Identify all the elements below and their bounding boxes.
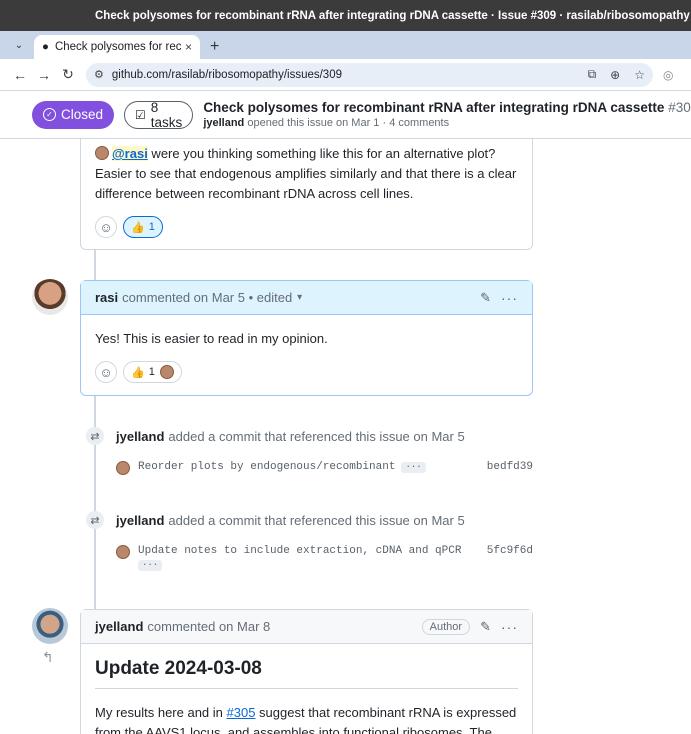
edited-dropdown-icon[interactable]: ▾ (297, 292, 302, 303)
comment-box: rasi commented on Mar 5 • edited ▾ ✎ ···… (80, 280, 533, 396)
comment-author[interactable]: rasi (95, 290, 118, 305)
reload-icon[interactable]: ↻ (56, 63, 80, 87)
comment-meta: commented on Mar 8 (147, 619, 271, 634)
install-icon[interactable]: ⧉ (588, 67, 597, 82)
tab-search-icon[interactable]: ⌄ (8, 35, 30, 55)
tasklist-icon: ☑ (135, 107, 146, 122)
thumbs-up-reaction[interactable]: 👍 1 (123, 216, 163, 238)
tasks-button[interactable]: ☑ 8 tasks (124, 99, 194, 130)
edit-pencil-icon[interactable]: ✎ (480, 619, 491, 635)
issue-number: #309 (668, 100, 691, 115)
commit-sha[interactable]: 5fc9f6d (483, 545, 533, 557)
thumbs-up-reaction[interactable]: 👍 1 (123, 361, 182, 383)
tab-close-icon[interactable]: × (185, 40, 192, 54)
commit-expand-button[interactable]: ··· (401, 462, 426, 473)
comment-body: My results here and in #305 suggest that… (95, 705, 517, 734)
reactor-avatar (159, 365, 174, 379)
extension-icon[interactable]: ◎ (663, 68, 683, 82)
issue-link[interactable]: #305 (227, 705, 256, 720)
comment-heading: Update 2024-03-08 (95, 644, 518, 689)
commit-avatar (116, 545, 130, 559)
issue-meta: jyelland opened this issue on Mar 1 · 4 … (203, 117, 450, 129)
commit-event: ⇄ jyelland added a commit that reference… (86, 511, 465, 529)
issue-state-badge: ✓ Closed (32, 100, 115, 129)
state-label: Closed (61, 107, 104, 122)
commit-sha[interactable]: bedfd39 (483, 461, 533, 473)
comment-header: rasi commented on Mar 5 • edited ▾ ✎ ··· (81, 281, 532, 315)
browser-toolbar: ← → ↻ ⚙ github.com/rasilab/ribosomopathy… (0, 59, 691, 91)
forward-icon[interactable]: → (32, 63, 56, 87)
avatar[interactable] (32, 608, 68, 644)
edit-pencil-icon[interactable]: ✎ (480, 290, 491, 306)
comment-box: jyelland commented on Mar 8 Author ✎ ···… (80, 609, 533, 734)
event-actor[interactable]: jyelland (116, 513, 164, 528)
commit-message[interactable]: Update notes to include extraction, cDNA… (138, 545, 461, 557)
site-info-icon[interactable]: ⚙ (94, 68, 104, 81)
issue-title: Check polysomes for recombinant rRNA aft… (203, 100, 691, 115)
window-titlebar: Check polysomes for recombinant rRNA aft… (0, 0, 691, 31)
comment-meta: commented on Mar 5 • edited (122, 290, 293, 305)
more-options-icon[interactable]: ··· (501, 619, 518, 635)
event-actor[interactable]: jyelland (116, 429, 164, 444)
git-commit-icon: ⇄ (86, 511, 104, 529)
add-reaction-icon[interactable]: ☺ (95, 361, 117, 383)
reactions-bar: ☺ 👍 1 (81, 216, 532, 238)
avatar[interactable] (32, 279, 68, 315)
browser-tab[interactable]: ● Check polysomes for rec × (34, 35, 200, 59)
tasks-label: 8 tasks (150, 99, 183, 130)
thumbs-up-icon: 👍 (131, 366, 145, 379)
bookmark-star-icon[interactable]: ☆ (634, 68, 645, 82)
comment-author[interactable]: jyelland (95, 619, 143, 634)
more-options-icon[interactable]: ··· (501, 290, 518, 306)
tab-title: Check polysomes for rec (54, 41, 181, 53)
comment-body: @rasi were you thinking something like t… (95, 146, 517, 201)
issue-opener[interactable]: jyelland (203, 117, 244, 129)
mention-avatar (95, 146, 109, 160)
tab-strip: ⌄ ● Check polysomes for rec × + (0, 31, 691, 59)
add-reaction-icon[interactable]: ☺ (95, 216, 117, 238)
back-icon[interactable]: ← (8, 63, 32, 87)
zoom-icon[interactable]: ⊕ (610, 68, 620, 82)
commit-avatar (116, 461, 130, 475)
comment-box: @rasi were you thinking something like t… (80, 139, 533, 250)
git-commit-icon: ⇄ (86, 427, 104, 445)
window-title: Check polysomes for recombinant rRNA aft… (95, 9, 691, 22)
url-text: github.com/rasilab/ribosomopathy/issues/… (111, 68, 342, 81)
new-tab-button[interactable]: + (210, 38, 219, 56)
thumbs-up-icon: 👍 (131, 221, 145, 234)
mention-link[interactable]: @rasi (112, 146, 148, 161)
closed-check-icon: ✓ (43, 108, 56, 121)
commit-message[interactable]: Reorder plots by endogenous/recombinant (138, 461, 395, 473)
issue-sticky-header: ✓ Closed ☑ 8 tasks Check polysomes for r… (0, 91, 691, 139)
address-bar[interactable]: ⚙ github.com/rasilab/ribosomopathy/issue… (86, 62, 653, 87)
comment-body: Yes! This is easier to read in my opinio… (95, 331, 328, 346)
commit-row: Update notes to include extraction, cDNA… (116, 545, 533, 571)
comment-header: jyelland commented on Mar 8 Author ✎ ··· (81, 610, 532, 644)
author-badge: Author (421, 618, 471, 635)
reply-icon[interactable]: ↰ (42, 649, 54, 666)
reactions-bar: ☺ 👍 1 (81, 361, 532, 383)
timeline: @rasi were you thinking something like t… (0, 139, 691, 734)
commit-event: ⇄ jyelland added a commit that reference… (86, 427, 465, 445)
commit-row: Reorder plots by endogenous/recombinant ·… (116, 461, 533, 475)
commit-expand-button[interactable]: ··· (138, 560, 163, 571)
github-icon: ● (42, 41, 49, 53)
